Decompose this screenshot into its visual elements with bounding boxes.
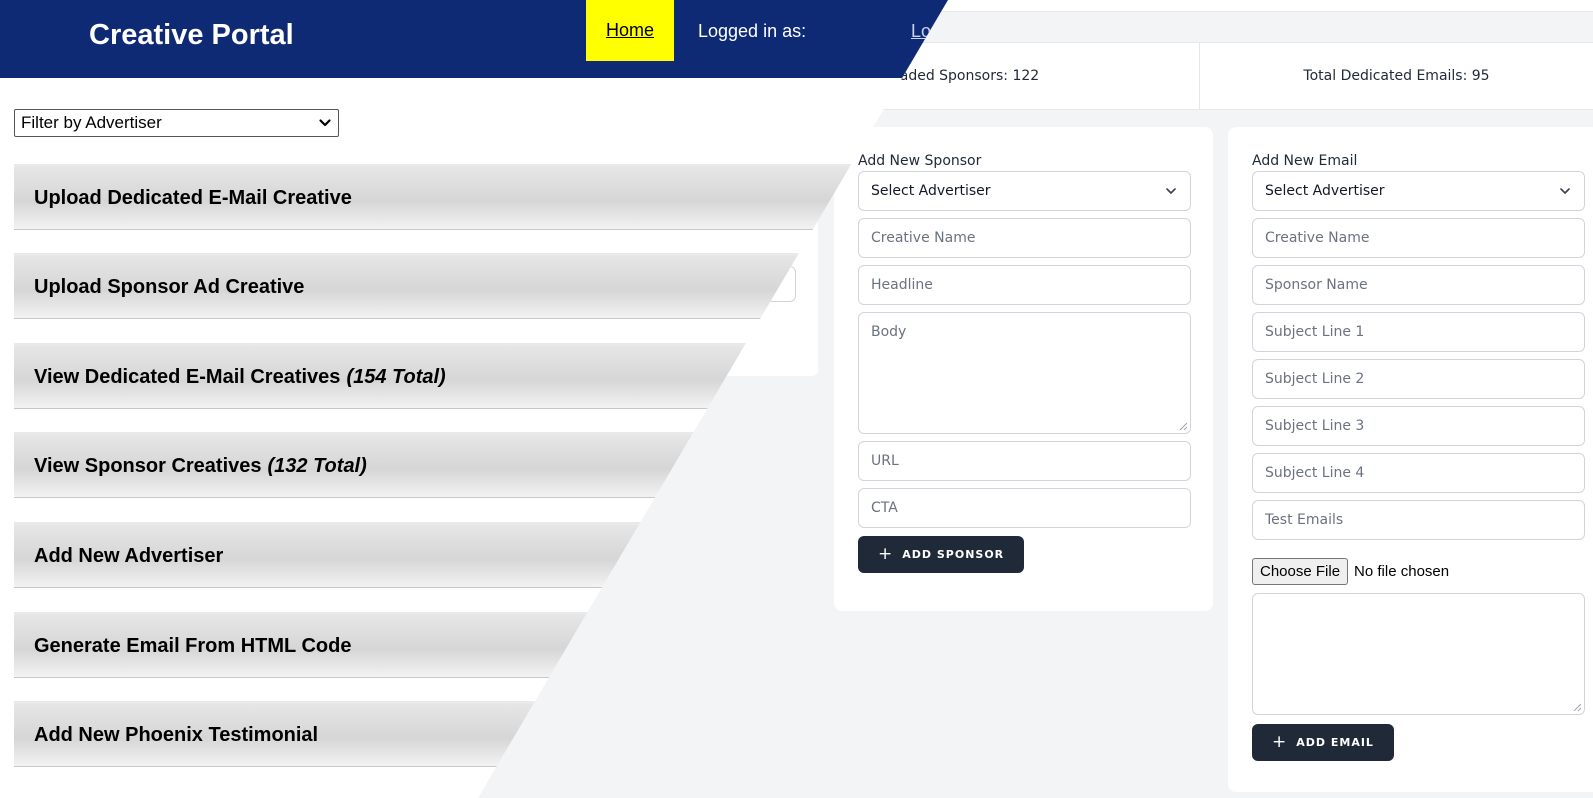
chevron-down-icon xyxy=(1560,188,1570,194)
sponsor-headline-input[interactable]: Headline xyxy=(858,265,1191,305)
add-sponsor-button-label: ADD SPONSOR xyxy=(902,548,1005,561)
add-email-button-label: ADD EMAIL xyxy=(1296,736,1374,749)
email-advertiser-select-value: Select Advertiser xyxy=(1265,183,1385,199)
add-sponsor-title: Add New Sponsor xyxy=(858,153,982,169)
add-sponsor-card: Add New Sponsor Select Advertiser Creati… xyxy=(834,127,1213,611)
email-advertiser-select[interactable]: Select Advertiser xyxy=(1252,171,1585,211)
add-email-card: Add New Email Select Advertiser Creative… xyxy=(1228,127,1593,792)
email-subject-line-4-input[interactable]: Subject Line 4 xyxy=(1252,453,1585,493)
accordion-count: (132 Total) xyxy=(267,454,367,477)
email-subject-line-1-input[interactable]: Subject Line 1 xyxy=(1252,312,1585,352)
plus-icon: + xyxy=(1272,732,1287,752)
accordion-count: (154 Total) xyxy=(346,365,446,388)
sponsor-url-input[interactable]: URL xyxy=(858,441,1191,481)
add-email-button[interactable]: + ADD EMAIL xyxy=(1252,724,1394,761)
accordion-label: Add New Advertiser xyxy=(34,544,224,567)
plus-icon: + xyxy=(878,544,893,564)
accordion-label: Add New Phoenix Testimonial xyxy=(34,723,319,746)
email-subject-line-3-input[interactable]: Subject Line 3 xyxy=(1252,406,1585,446)
stat-dedicated-emails: Total Dedicated Emails: 95 xyxy=(1303,68,1490,84)
sponsor-body-textarea[interactable]: Body xyxy=(858,312,1191,434)
email-file-picker: Choose File No file chosen xyxy=(1252,558,1449,585)
sponsor-creative-name-input[interactable]: Creative Name xyxy=(858,218,1191,258)
nav-home-link[interactable]: Home xyxy=(586,0,674,61)
sponsor-advertiser-select-value: Select Advertiser xyxy=(871,183,991,199)
accordion-label: Generate Email From HTML Code xyxy=(34,634,352,657)
resize-handle-icon[interactable] xyxy=(1179,422,1187,430)
accordion-label: View Sponsor Creatives xyxy=(34,454,262,477)
chevron-down-icon xyxy=(319,119,331,127)
add-email-title: Add New Email xyxy=(1252,153,1358,169)
choose-file-button[interactable]: Choose File xyxy=(1252,558,1349,585)
logged-in-label: Logged in as: xyxy=(698,21,807,41)
email-test-emails-input[interactable]: Test Emails xyxy=(1252,500,1585,540)
email-subject-line-2-input[interactable]: Subject Line 2 xyxy=(1252,359,1585,399)
email-creative-name-input[interactable]: Creative Name xyxy=(1252,218,1585,258)
accordion-label: Upload Dedicated E-Mail Creative xyxy=(34,186,352,209)
filter-advertiser-select[interactable]: Filter by Advertiser xyxy=(14,109,339,137)
chevron-down-icon xyxy=(1166,188,1176,194)
sponsor-advertiser-select[interactable]: Select Advertiser xyxy=(858,171,1191,211)
accordion-label: View Dedicated E-Mail Creatives xyxy=(34,365,341,388)
sponsor-cta-input[interactable]: CTA xyxy=(858,488,1191,528)
sponsor-body-placeholder: Body xyxy=(871,324,907,340)
resize-handle-icon[interactable] xyxy=(1573,703,1581,711)
filter-advertiser-value: Filter by Advertiser xyxy=(21,113,162,132)
email-html-textarea[interactable] xyxy=(1252,593,1585,715)
portal-brand: Creative Portal xyxy=(89,19,294,51)
add-sponsor-button[interactable]: + ADD SPONSOR xyxy=(858,536,1025,573)
email-sponsor-name-input[interactable]: Sponsor Name xyxy=(1252,265,1585,305)
accordion-label: Upload Sponsor Ad Creative xyxy=(34,275,305,298)
file-status-text: No file chosen xyxy=(1354,563,1450,580)
